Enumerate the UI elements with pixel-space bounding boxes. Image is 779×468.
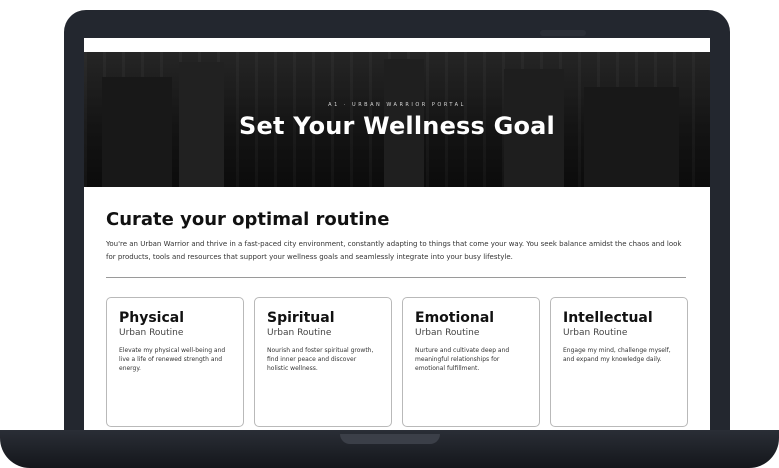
card-title: Physical [119, 310, 185, 326]
card-subtitle: Urban Routine [119, 328, 184, 338]
main-content: Curate your optimal routine You're an Ur… [84, 187, 710, 427]
card-title: Emotional [415, 310, 495, 326]
card-subtitle: Urban Routine [415, 328, 480, 338]
browser-top-strip [84, 38, 710, 52]
routine-card-spiritual[interactable]: Spiritual Urban Routine Nourish and fost… [254, 297, 392, 427]
card-title: Spiritual [267, 310, 335, 326]
card-title: Intellectual [563, 310, 653, 326]
card-subtitle: Urban Routine [267, 328, 332, 338]
routine-card-intellectual[interactable]: Intellectual Urban Routine Engage my min… [550, 297, 688, 427]
screen: A1 · URBAN WARRIOR PORTAL Set Your Welln… [84, 38, 710, 430]
card-description: Nurture and cultivate deep and meaningfu… [415, 347, 510, 372]
card-description: Engage my mind, challenge myself, and ex… [563, 347, 671, 363]
hero-banner: A1 · URBAN WARRIOR PORTAL Set Your Welln… [84, 52, 710, 187]
card-subtitle: Urban Routine [563, 328, 628, 338]
divider [106, 277, 686, 278]
routine-card-physical[interactable]: Physical Urban Routine Elevate my physic… [106, 297, 244, 427]
routine-cards: Physical Urban Routine Elevate my physic… [106, 297, 688, 427]
card-description: Nourish and foster spiritual growth, fin… [267, 347, 374, 372]
section-description: You're an Urban Warrior and thrive in a … [106, 240, 682, 261]
hero-title: Set Your Wellness Goal [239, 112, 555, 140]
routine-card-emotional[interactable]: Emotional Urban Routine Nurture and cult… [402, 297, 540, 427]
camera-notch [540, 30, 586, 36]
hero-eyebrow: A1 · URBAN WARRIOR PORTAL [328, 102, 466, 108]
laptop-base-notch [340, 434, 440, 444]
section-title: Curate your optimal routine [106, 209, 390, 230]
card-description: Elevate my physical well-being and live … [119, 347, 226, 372]
